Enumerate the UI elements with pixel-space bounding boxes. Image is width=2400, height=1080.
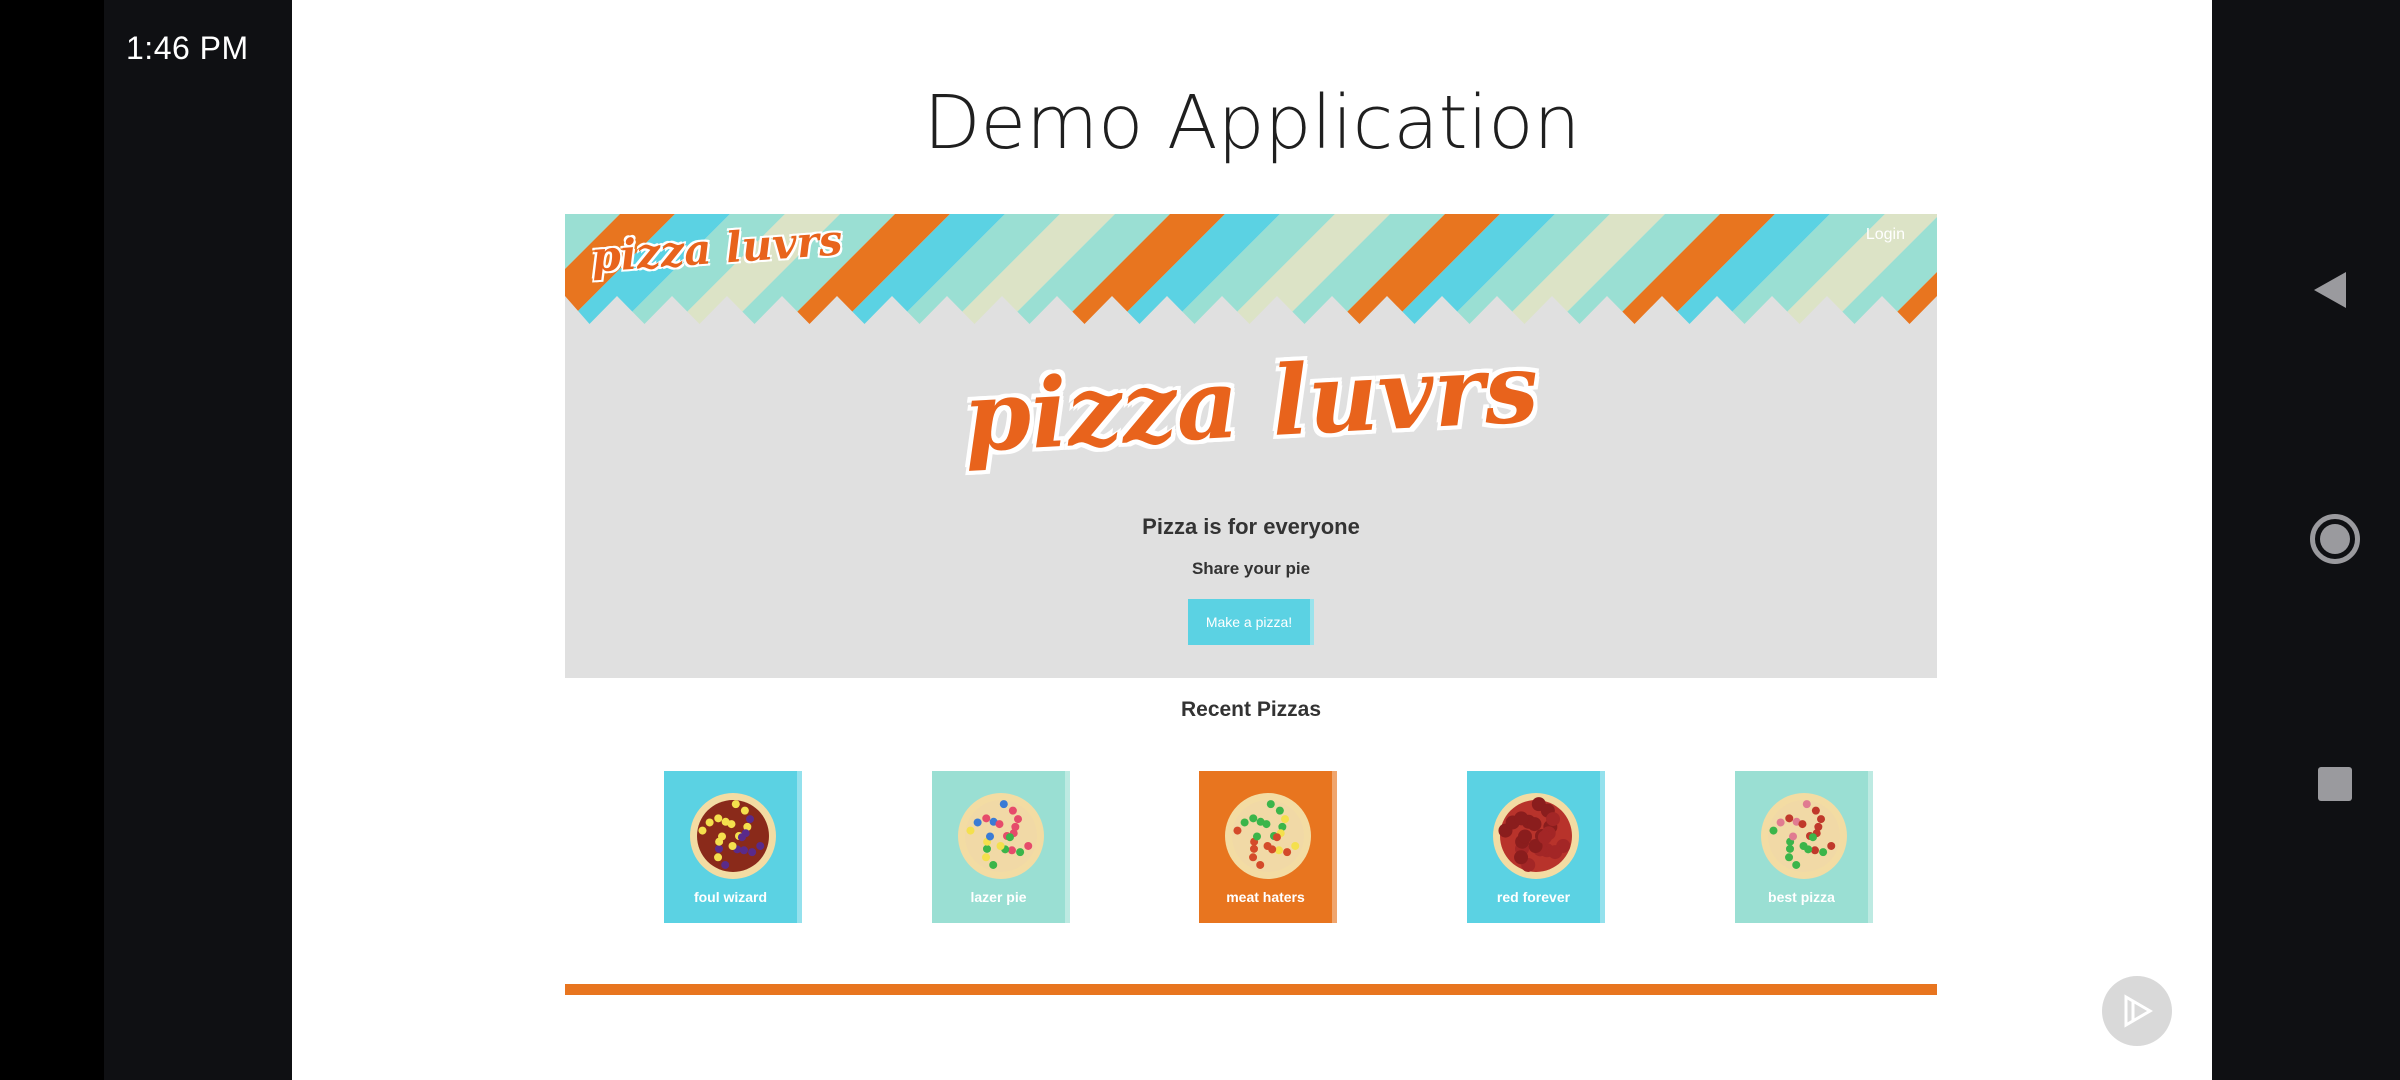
recents-icon[interactable] <box>2318 767 2352 801</box>
pizza-card[interactable]: best pizza <box>1735 771 1873 923</box>
pizza-image <box>958 793 1044 879</box>
hero-section: pizza luvrs Login pizza luvrs Pizza is f… <box>565 214 1937 678</box>
pizza-image <box>1761 793 1847 879</box>
slide-title: Demo Application <box>923 80 1581 166</box>
play-icon <box>2124 994 2153 1028</box>
pizza-name: lazer pie <box>970 889 1027 905</box>
card-edge <box>1600 771 1605 923</box>
home-icon[interactable] <box>2310 514 2360 564</box>
pizza-name: foul wizard <box>693 889 768 905</box>
pizza-image <box>1493 793 1579 879</box>
card-edge <box>1065 771 1070 923</box>
pizza-card[interactable]: lazer pie <box>932 771 1070 923</box>
pizza-card[interactable]: meat haters <box>1199 771 1337 923</box>
card-edge <box>1868 771 1873 923</box>
pizza-image <box>690 793 776 879</box>
status-clock: 1:46 PM <box>126 30 249 66</box>
demo-webapp-screenshot: pizza luvrs Login pizza luvrs Pizza is f… <box>565 214 1937 995</box>
pizza-name: meat haters <box>1226 889 1305 905</box>
pizza-card[interactable]: red forever <box>1467 771 1605 923</box>
pizza-name: best pizza <box>1768 889 1835 905</box>
pizza-card[interactable]: foul wizard <box>664 771 802 923</box>
presentation-slide: Demo Application pizza luvrs Login pizza… <box>292 0 2212 1080</box>
recent-pizzas-heading: Recent Pizzas <box>1180 698 1322 721</box>
status-bar <box>104 0 292 1080</box>
login-link[interactable]: Login <box>1866 226 1905 244</box>
back-icon[interactable] <box>2314 272 2346 308</box>
pizza-name: red forever <box>1496 889 1571 905</box>
card-edge <box>797 771 802 923</box>
footer-bar <box>565 984 1937 995</box>
system-nav-bar <box>2212 0 2400 1080</box>
hero-logo: pizza luvrs <box>960 331 1542 474</box>
hero-heading: Pizza is for everyone <box>1142 514 1360 539</box>
presentation-play-button[interactable] <box>2102 976 2172 1046</box>
make-pizza-button[interactable]: Make a pizza! <box>1188 599 1314 645</box>
hero-subheading: Share your pie <box>1191 559 1311 578</box>
pizza-image <box>1225 793 1311 879</box>
card-edge <box>1332 771 1337 923</box>
